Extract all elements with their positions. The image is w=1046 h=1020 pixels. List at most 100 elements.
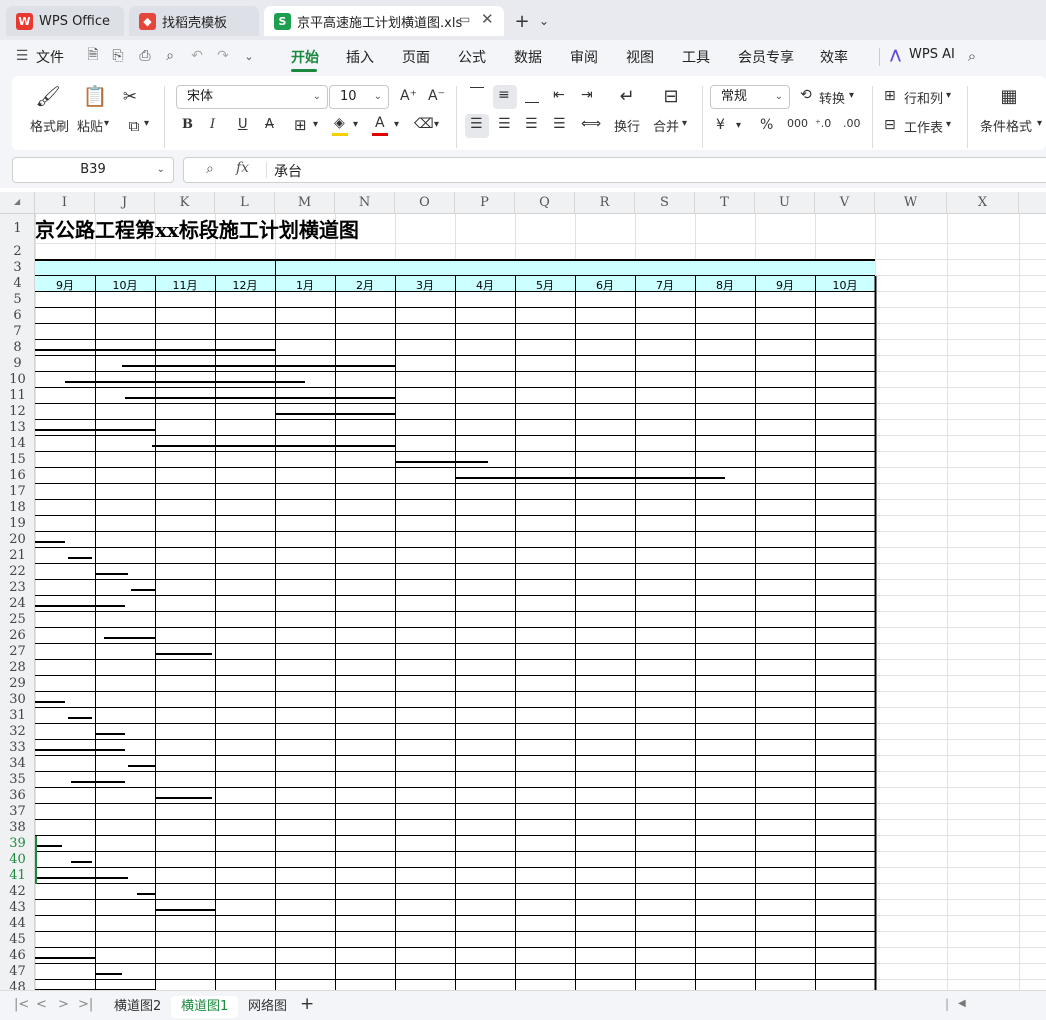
distribute-icon[interactable]: ⟺: [581, 116, 601, 132]
menu-member[interactable]: 会员专享: [738, 47, 794, 67]
worksheet-button[interactable]: 工作表: [904, 117, 943, 136]
row-header-30[interactable]: 30: [0, 692, 35, 708]
menu-page[interactable]: 页面: [402, 47, 430, 67]
row-header-7[interactable]: 7: [0, 324, 35, 340]
print-icon[interactable]: ⎙: [137, 48, 153, 64]
row-header-42[interactable]: 42: [0, 884, 35, 900]
column-header-J[interactable]: J: [95, 192, 155, 214]
underline-button[interactable]: U: [238, 117, 248, 132]
row-header-23[interactable]: 23: [0, 580, 35, 596]
increase-indent-icon[interactable]: ⇥: [581, 87, 593, 103]
row-header-43[interactable]: 43: [0, 900, 35, 916]
row-header-16[interactable]: 16: [0, 468, 35, 484]
font-name-select[interactable]: 宋体 ⌄: [176, 85, 328, 109]
copy-chevron-icon[interactable]: ▾: [144, 118, 149, 129]
row-header-2[interactable]: 2: [0, 244, 35, 260]
tab-wps-office[interactable]: W WPS Office: [6, 6, 124, 36]
save-icon[interactable]: 🗎: [85, 47, 101, 64]
column-header-L[interactable]: L: [215, 192, 275, 214]
menu-view[interactable]: 视图: [626, 47, 654, 67]
search-icon[interactable]: ⌕: [964, 47, 980, 65]
font-size-select[interactable]: 10 ⌄: [329, 85, 389, 109]
row-header-47[interactable]: 47: [0, 964, 35, 980]
paste-chevron-icon[interactable]: ▾: [104, 118, 109, 129]
row-header-11[interactable]: 11: [0, 388, 35, 404]
clear-chevron-icon[interactable]: ▾: [434, 119, 439, 130]
menu-data[interactable]: 数据: [514, 47, 542, 67]
row-header-3[interactable]: 3: [0, 260, 35, 276]
align-middle-icon[interactable]: ≡: [498, 87, 510, 103]
column-header-T[interactable]: T: [695, 192, 755, 214]
row-header-8[interactable]: 8: [0, 340, 35, 356]
column-header-M[interactable]: M: [275, 192, 335, 214]
close-tab-icon[interactable]: ✕: [481, 10, 494, 28]
row-header-25[interactable]: 25: [0, 612, 35, 628]
align-bottom-icon[interactable]: ⎽: [525, 88, 539, 104]
hamburger-icon[interactable]: ☰: [14, 48, 30, 64]
menu-review[interactable]: 审阅: [570, 47, 598, 67]
prev-sheet-icon[interactable]: <: [36, 997, 47, 1012]
column-header-P[interactable]: P: [455, 192, 515, 214]
row-col-chevron-icon[interactable]: ▾: [946, 90, 951, 101]
row-header-32[interactable]: 32: [0, 724, 35, 740]
column-header-K[interactable]: K: [155, 192, 215, 214]
decrease-decimal-icon[interactable]: .00: [843, 117, 861, 130]
worksheet-chevron-icon[interactable]: ▾: [946, 119, 951, 130]
window-icon[interactable]: ▭: [459, 12, 470, 26]
wrap-text-button[interactable]: 换行: [614, 116, 640, 135]
row-header-35[interactable]: 35: [0, 772, 35, 788]
format-painter-button[interactable]: 格式刷: [30, 116, 69, 135]
row-header-1[interactable]: 1: [0, 214, 35, 244]
align-right-icon[interactable]: ☰: [525, 116, 538, 132]
row-header-44[interactable]: 44: [0, 916, 35, 932]
column-header-Q[interactable]: Q: [515, 192, 575, 214]
conditional-format-button[interactable]: 条件格式: [980, 116, 1032, 135]
row-header-34[interactable]: 34: [0, 756, 35, 772]
row-header-29[interactable]: 29: [0, 676, 35, 692]
strikethrough-button[interactable]: A: [265, 117, 274, 132]
row-col-button[interactable]: 行和列: [904, 88, 943, 107]
row-header-12[interactable]: 12: [0, 404, 35, 420]
column-header-I[interactable]: I: [35, 192, 95, 214]
sheet-tab-gantt1[interactable]: 横道图1: [171, 996, 239, 1018]
currency-chevron-icon[interactable]: ▾: [736, 120, 741, 131]
menu-tools[interactable]: 工具: [682, 47, 710, 67]
convert-chevron-icon[interactable]: ▾: [849, 90, 854, 101]
first-sheet-icon[interactable]: |<: [14, 997, 29, 1012]
sheet-tab-gantt2[interactable]: 横道图2: [104, 996, 171, 1018]
scroll-divider[interactable]: |: [945, 997, 949, 1011]
tab-current-workbook[interactable]: S 京平高速施工计划横道图.xls ▭ ✕: [264, 6, 504, 36]
bold-button[interactable]: B: [182, 117, 193, 132]
undo-icon[interactable]: ↶: [189, 48, 205, 64]
paste-button[interactable]: 粘贴: [77, 116, 103, 135]
zoom-icon[interactable]: ⌕: [206, 161, 214, 177]
share-icon[interactable]: ⎘: [110, 48, 126, 64]
row-header-39[interactable]: 39: [0, 836, 35, 852]
decrease-indent-icon[interactable]: ⇤: [553, 87, 565, 103]
column-header-W[interactable]: W: [875, 192, 947, 214]
menu-home[interactable]: 开始: [291, 47, 319, 67]
row-header-21[interactable]: 21: [0, 548, 35, 564]
justify-icon[interactable]: ☰: [553, 116, 566, 132]
tab-list-chevron-icon[interactable]: ⌄: [533, 10, 555, 32]
row-header-26[interactable]: 26: [0, 628, 35, 644]
row-header-13[interactable]: 13: [0, 420, 35, 436]
increase-font-icon[interactable]: A⁺: [400, 88, 417, 104]
next-sheet-icon[interactable]: >: [58, 997, 69, 1012]
row-header-18[interactable]: 18: [0, 500, 35, 516]
row-header-22[interactable]: 22: [0, 564, 35, 580]
row-header-9[interactable]: 9: [0, 356, 35, 372]
clear-format-icon[interactable]: ⌫: [414, 116, 434, 132]
merge-chevron-icon[interactable]: ▾: [682, 118, 687, 129]
row-header-38[interactable]: 38: [0, 820, 35, 836]
column-header-O[interactable]: O: [395, 192, 455, 214]
menu-insert[interactable]: 插入: [346, 47, 374, 67]
convert-button[interactable]: 转换: [819, 88, 845, 107]
name-box-chevron-icon[interactable]: ⌄: [157, 158, 165, 182]
menu-file[interactable]: 文件: [36, 47, 64, 67]
fill-color-icon[interactable]: ◈: [334, 115, 345, 131]
align-top-icon[interactable]: ⎺: [470, 86, 484, 102]
select-all-corner[interactable]: ◢: [0, 192, 35, 214]
row-header-10[interactable]: 10: [0, 372, 35, 388]
merge-cells-button[interactable]: 合并: [653, 116, 679, 135]
